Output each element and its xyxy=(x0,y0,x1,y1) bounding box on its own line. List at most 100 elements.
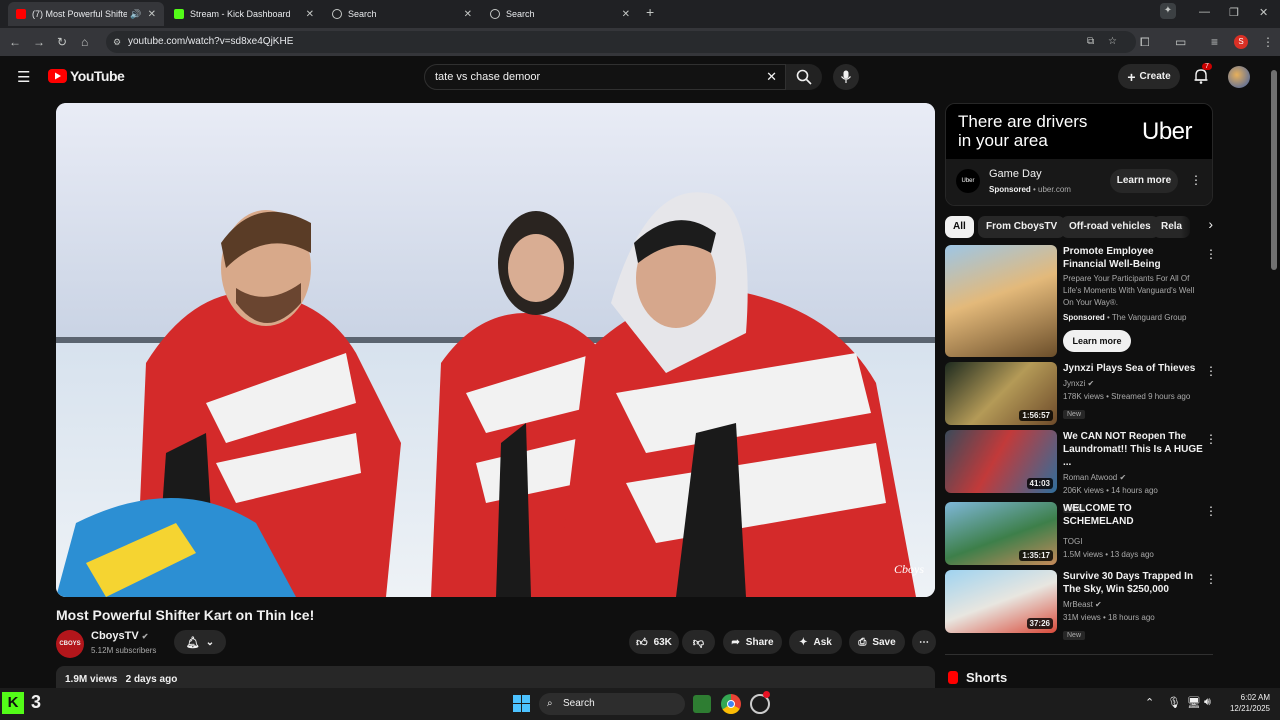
more-vertical-icon[interactable]: ⋮ xyxy=(1205,572,1217,586)
bookmark-star-icon[interactable]: ☆ xyxy=(1108,31,1117,53)
chevron-right-icon[interactable]: › xyxy=(1181,216,1213,240)
speaker-icon[interactable]: 🔊 xyxy=(130,9,141,20)
video-title[interactable]: Jynxzi Plays Sea of Thieves xyxy=(1063,362,1203,375)
tab-youtube[interactable]: (7) Most Powerful Shifter K 🔊 ✕ xyxy=(8,2,164,26)
description-box[interactable]: 1.9M views 2 days ago xyxy=(56,666,935,688)
video-thumbnail[interactable] xyxy=(945,245,1057,357)
video-player[interactable]: Cboys xyxy=(56,103,935,597)
recommendation-sponsored[interactable]: Promote Employee Financial Well-Being Pr… xyxy=(945,245,1217,357)
volume-icon[interactable]: 🔊︎ xyxy=(1204,696,1211,709)
gemini-sparkle-icon[interactable]: ✦ xyxy=(1160,3,1176,19)
network-icon[interactable]: 🖥︎ xyxy=(1187,696,1201,709)
channel-avatar[interactable]: CBOYS xyxy=(56,630,84,658)
microphone-icon[interactable]: 🎙︎ xyxy=(1167,696,1181,709)
install-app-icon[interactable]: ⧉ xyxy=(1087,31,1094,53)
url-text: youtube.com/watch?v=sd8xe4QjKHE xyxy=(128,36,294,47)
video-thumbnail[interactable]: 37:26 xyxy=(945,570,1057,633)
back-icon[interactable]: ← xyxy=(9,35,21,49)
tab-search-2[interactable]: Search ✕ xyxy=(482,2,638,26)
recommendation-item[interactable]: 1:56:57 Jynxzi Plays Sea of Thieves Jynx… xyxy=(945,362,1217,425)
taskbar-search[interactable]: ⌕ Search xyxy=(539,693,685,715)
forward-icon[interactable]: → xyxy=(33,35,45,49)
clear-search-icon[interactable]: ✕ xyxy=(766,65,777,89)
learn-more-button[interactable]: Learn more xyxy=(1063,330,1131,352)
ad-menu-icon[interactable]: ⋮ xyxy=(1190,173,1202,187)
video-title[interactable]: Survive 30 Days Trapped In The Sky, Win … xyxy=(1063,570,1203,596)
new-tab-button[interactable]: + xyxy=(646,4,654,20)
channel-name[interactable]: MrBeast xyxy=(1063,600,1093,609)
more-vertical-icon[interactable]: ⋮ xyxy=(1205,247,1217,261)
recommendation-item[interactable]: 1:35:17 WELCOME TO SCHEMELAND TOGI 1.5M … xyxy=(945,502,1217,565)
kick-widget-icon[interactable]: K xyxy=(2,692,24,714)
search-input[interactable]: tate vs chase demoor ✕ xyxy=(424,64,786,90)
maximize-icon[interactable]: ❐ xyxy=(1229,6,1239,19)
minimize-icon[interactable]: — xyxy=(1199,6,1210,18)
start-button[interactable] xyxy=(513,695,530,712)
video-title[interactable]: Promote Employee Financial Well-Being xyxy=(1063,245,1199,271)
url-field[interactable]: ⚙ youtube.com/watch?v=sd8xe4QjKHE ⧉ ☆ xyxy=(106,31,1136,53)
dislike-button[interactable]: 👎︎ xyxy=(682,630,715,654)
more-vertical-icon[interactable]: ⋮ xyxy=(1205,432,1217,446)
chip-off-road[interactable]: Off-road vehicles xyxy=(1061,216,1159,238)
site-info-icon[interactable]: ⚙ xyxy=(113,31,121,53)
notifications-button[interactable]: 7 xyxy=(1193,63,1212,89)
save-button[interactable]: ⎙ Save xyxy=(849,630,905,654)
microphone-icon xyxy=(841,70,851,83)
clock-time: 6:02 AM xyxy=(1240,693,1270,702)
share-button[interactable]: ➦ Share xyxy=(723,630,782,654)
tab-kick[interactable]: Stream - Kick Dashboard ✕ xyxy=(166,2,322,26)
ad-cta-button[interactable]: Learn more xyxy=(1110,169,1178,193)
video-meta: 178K views • Streamed 9 hours ago xyxy=(1063,392,1191,401)
close-tab-icon[interactable]: ✕ xyxy=(622,9,630,20)
extensions-icon[interactable]: ⧠ xyxy=(1140,35,1150,50)
video-thumbnail[interactable]: 41:03 xyxy=(945,430,1057,493)
video-thumbnail[interactable]: 1:35:17 xyxy=(945,502,1057,565)
channel-name[interactable]: Jynxzi xyxy=(1063,379,1085,388)
recommendation-item[interactable]: 41:03 We CAN NOT Reopen The Laundromat!!… xyxy=(945,430,1217,513)
scrollbar-thumb[interactable] xyxy=(1271,70,1277,270)
voice-search-button[interactable] xyxy=(833,64,859,90)
close-tab-icon[interactable]: ✕ xyxy=(464,9,472,20)
sidebar-ad[interactable]: There are drivers in your area Uber Uber… xyxy=(945,103,1213,206)
account-avatar[interactable] xyxy=(1228,66,1250,88)
split-view-icon[interactable]: ▭ xyxy=(1175,35,1186,49)
ad-headline-line1: There are drivers xyxy=(958,112,1088,131)
hamburger-menu-icon[interactable]: ☰ xyxy=(17,68,30,86)
ad-banner[interactable]: There are drivers in your area Uber xyxy=(946,104,1212,159)
reload-icon[interactable]: ↻ xyxy=(57,35,67,49)
search-button[interactable] xyxy=(786,64,822,90)
sparkle-icon: ✦ xyxy=(799,636,808,648)
more-vertical-icon[interactable]: ⋮ xyxy=(1205,364,1217,378)
video-title[interactable]: We CAN NOT Reopen The Laundromat!! This … xyxy=(1063,430,1203,469)
nvidia-app-icon[interactable] xyxy=(693,695,711,713)
channel-name[interactable]: CboysTV ✔ xyxy=(91,630,148,642)
close-window-icon[interactable]: ✕ xyxy=(1259,6,1268,19)
home-icon[interactable]: ⌂ xyxy=(81,35,88,49)
media-control-icon[interactable]: ≡ xyxy=(1211,35,1218,49)
chrome-taskbar-icon[interactable] xyxy=(721,694,741,714)
close-tab-icon[interactable]: ✕ xyxy=(306,9,314,20)
youtube-logo[interactable]: YouTube xyxy=(48,68,125,84)
chip-from-channel[interactable]: From CboysTV xyxy=(978,216,1066,238)
clock[interactable]: 6:02 AM 12/21/2025 xyxy=(1222,692,1270,714)
create-button[interactable]: + Create xyxy=(1118,64,1180,89)
channel-name[interactable]: Roman Atwood xyxy=(1063,473,1117,482)
ask-button[interactable]: ✦ Ask xyxy=(789,630,842,654)
chip-all[interactable]: All xyxy=(945,216,974,238)
page-scrollbar[interactable] xyxy=(1271,62,1277,682)
chrome-menu-icon[interactable]: ⋮ xyxy=(1262,35,1274,49)
app-taskbar-icon[interactable] xyxy=(750,691,770,714)
show-hidden-icons-icon[interactable]: ⌃ xyxy=(1145,696,1154,709)
more-actions-button[interactable]: ⋯ xyxy=(912,630,936,654)
recommendation-item[interactable]: 37:26 Survive 30 Days Trapped In The Sky… xyxy=(945,570,1217,640)
video-thumbnail[interactable]: 1:56:57 xyxy=(945,362,1057,425)
profile-avatar[interactable]: S xyxy=(1234,35,1248,49)
close-tab-icon[interactable]: ✕ xyxy=(148,9,156,20)
subscription-bell-button[interactable]: 🔔︎ ⌄ xyxy=(174,630,226,654)
channel-name[interactable]: TOGI xyxy=(1063,535,1203,548)
shorts-title: Shorts xyxy=(966,670,1008,685)
like-button[interactable]: 👍︎ 63K xyxy=(629,630,679,654)
tab-search-1[interactable]: Search ✕ xyxy=(324,2,480,26)
video-title[interactable]: WELCOME TO SCHEMELAND xyxy=(1063,502,1203,528)
more-vertical-icon[interactable]: ⋮ xyxy=(1205,504,1217,518)
